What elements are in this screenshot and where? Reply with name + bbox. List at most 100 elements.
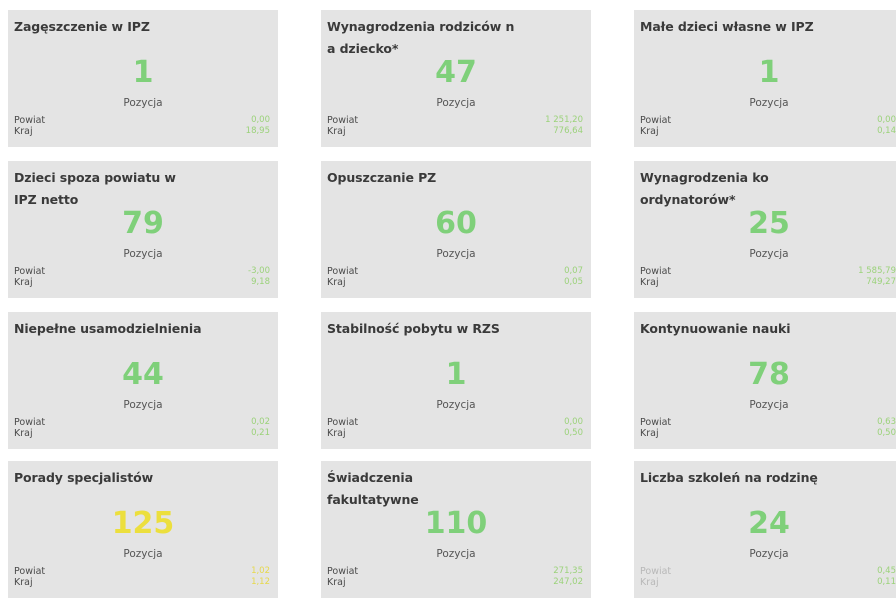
kraj-value: 1,12 bbox=[251, 577, 270, 587]
card-title: Porady specjalistów bbox=[14, 470, 154, 485]
powiat-row: Powiat 0,00 bbox=[327, 417, 583, 428]
indicator-card: Wynagrodzenia ko ordynatorów* 25 Pozycja Pow… bbox=[634, 161, 896, 298]
kraj-value: 0,21 bbox=[251, 428, 270, 438]
kraj-label: Kraj bbox=[14, 577, 33, 588]
powiat-value: 1 585,79 bbox=[858, 266, 896, 276]
kraj-row: Kraj 0,05 bbox=[327, 277, 583, 288]
rank-value: 44 bbox=[122, 357, 164, 392]
kraj-value: 0,11 bbox=[877, 577, 896, 587]
powiat-value: 1,02 bbox=[251, 566, 270, 576]
kraj-row: Kraj 776,64 bbox=[327, 126, 583, 137]
rank-value: 1 bbox=[445, 357, 467, 392]
rank-value: 60 bbox=[435, 206, 477, 241]
powiat-row: Powiat 0,63 bbox=[640, 417, 896, 428]
rank-caption: Pozycja bbox=[123, 399, 163, 411]
powiat-value: 0,07 bbox=[564, 266, 583, 276]
card-title: Stabilność pobytu w RZS bbox=[327, 321, 500, 336]
kraj-label: Kraj bbox=[327, 126, 346, 137]
kraj-value: 18,95 bbox=[245, 126, 270, 136]
powiat-row: Powiat -3,00 bbox=[14, 266, 270, 277]
kraj-row: Kraj 0,50 bbox=[640, 428, 896, 439]
kraj-value: 0,05 bbox=[564, 277, 583, 287]
rank-value: 25 bbox=[748, 206, 790, 241]
powiat-label: Powiat bbox=[327, 115, 359, 126]
card-title: Dzieci spoza powiatu w IPZ netto bbox=[14, 170, 176, 207]
kraj-value: 0,14 bbox=[877, 126, 896, 136]
indicator-card: Niepełne usamodzielnienia 44 Pozycja Powiat… bbox=[8, 312, 278, 449]
kraj-row: Kraj 18,95 bbox=[14, 126, 270, 137]
powiat-label: Powiat bbox=[640, 115, 672, 126]
indicator-card: Opuszczanie PZ 60 Pozycja Powiat 0,07 Kraj 0,0… bbox=[321, 161, 591, 298]
rank-caption: Pozycja bbox=[436, 248, 476, 260]
powiat-row: Powiat 0,45 bbox=[640, 566, 896, 577]
powiat-label: Powiat bbox=[14, 417, 46, 428]
card-title: Świadczenia fakultatywne bbox=[327, 470, 419, 507]
powiat-row: Powiat 0,00 bbox=[14, 115, 270, 126]
powiat-label: Powiat bbox=[327, 566, 359, 577]
rank-value: 1 bbox=[132, 55, 154, 90]
indicator-card: Stabilność pobytu w RZS 1 Pozycja Powiat 0,0… bbox=[321, 312, 591, 449]
powiat-value: -3,00 bbox=[248, 266, 270, 276]
rank-value: 125 bbox=[111, 506, 175, 541]
card-title: Opuszczanie PZ bbox=[327, 170, 437, 185]
kraj-row: Kraj 9,18 bbox=[14, 277, 270, 288]
indicator-card: Zagęszczenie w IPZ 1 Pozycja Powiat 0,00 Kraj… bbox=[8, 10, 278, 147]
rank-caption: Pozycja bbox=[749, 399, 789, 411]
indicator-card: Świadczenia fakultatywne 110 Pozycja Powiat 2… bbox=[321, 461, 591, 598]
card-title: Kontynuowanie nauki bbox=[640, 321, 791, 336]
kraj-row: Kraj 749,27 bbox=[640, 277, 896, 288]
powiat-row: Powiat 1 585,79 bbox=[640, 266, 896, 277]
powiat-value: 0,63 bbox=[877, 417, 896, 427]
powiat-value: 0,02 bbox=[251, 417, 270, 427]
rank-value: 79 bbox=[122, 206, 164, 241]
powiat-value: 271,35 bbox=[553, 566, 583, 576]
rank-caption: Pozycja bbox=[123, 548, 163, 560]
powiat-row: Powiat 1 251,20 bbox=[327, 115, 583, 126]
rank-value: 78 bbox=[748, 357, 790, 392]
kraj-label: Kraj bbox=[14, 277, 33, 288]
kraj-label: Kraj bbox=[327, 277, 346, 288]
indicator-card: Kontynuowanie nauki 78 Pozycja Powiat 0,63 Kr… bbox=[634, 312, 896, 449]
powiat-row: Powiat 0,02 bbox=[14, 417, 270, 428]
rank-caption: Pozycja bbox=[749, 248, 789, 260]
kraj-value: 776,64 bbox=[553, 126, 583, 136]
rank-caption: Pozycja bbox=[749, 97, 789, 109]
powiat-value: 0,00 bbox=[877, 115, 896, 125]
rank-caption: Pozycja bbox=[436, 399, 476, 411]
powiat-label: Powiat bbox=[640, 266, 672, 277]
kraj-label: Kraj bbox=[640, 277, 659, 288]
rank-caption: Pozycja bbox=[436, 97, 476, 109]
kraj-value: 0,50 bbox=[564, 428, 583, 438]
powiat-label: Powiat bbox=[640, 566, 672, 577]
powiat-label: Powiat bbox=[14, 566, 46, 577]
card-title: Wynagrodzenia ko ordynatorów* bbox=[640, 170, 769, 207]
indicator-card: Liczba szkoleń na rodzinę 24 Pozycja Powiat… bbox=[634, 461, 896, 598]
rank-value: 47 bbox=[435, 55, 477, 90]
kraj-label: Kraj bbox=[327, 577, 346, 588]
rank-caption: Pozycja bbox=[749, 548, 789, 560]
card-title: Zagęszczenie w IPZ bbox=[14, 19, 150, 34]
kraj-row: Kraj 247,02 bbox=[327, 577, 583, 588]
kraj-label: Kraj bbox=[640, 577, 659, 588]
powiat-value: 1 251,20 bbox=[545, 115, 583, 125]
powiat-value: 0,45 bbox=[877, 566, 896, 576]
card-title: Wynagrodzenia rodziców na dziecko* bbox=[327, 19, 515, 56]
kraj-value: 0,50 bbox=[877, 428, 896, 438]
kraj-row: Kraj 0,11 bbox=[640, 577, 896, 588]
powiat-row: Powiat 0,07 bbox=[327, 266, 583, 277]
rank-value: 110 bbox=[424, 506, 488, 541]
powiat-row: Powiat 0,00 bbox=[640, 115, 896, 126]
rank-caption: Pozycja bbox=[436, 548, 476, 560]
powiat-label: Powiat bbox=[14, 115, 46, 126]
rank-value: 24 bbox=[748, 506, 790, 541]
powiat-value: 0,00 bbox=[564, 417, 583, 427]
powiat-row: Powiat 271,35 bbox=[327, 566, 583, 577]
powiat-label: Powiat bbox=[14, 266, 46, 277]
indicator-card: Porady specjalistów 125 Pozycja Powiat 1,02 K… bbox=[8, 461, 278, 598]
powiat-label: Powiat bbox=[640, 417, 672, 428]
kraj-label: Kraj bbox=[640, 428, 659, 439]
kraj-value: 749,27 bbox=[866, 277, 896, 287]
card-title: Niepełne usamodzielnienia bbox=[14, 321, 202, 336]
rank-caption: Pozycja bbox=[123, 248, 163, 260]
rank-caption: Pozycja bbox=[123, 97, 163, 109]
